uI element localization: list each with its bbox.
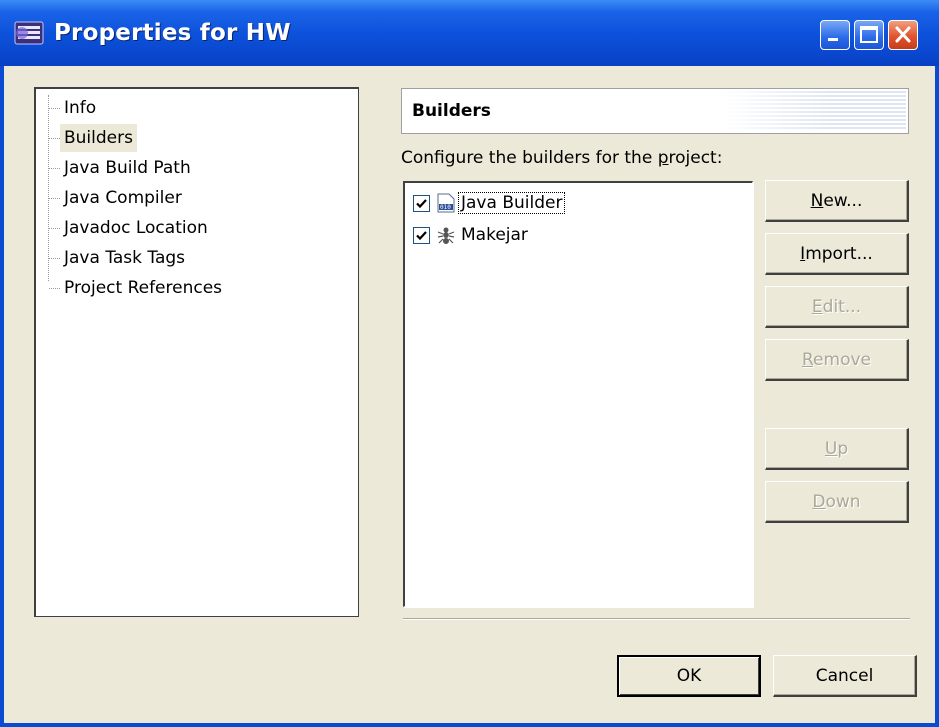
tree-item-label: Java Task Tags [64,248,186,268]
minimize-icon [828,38,838,41]
dialog-client-area: Info Builders Java Build Path Java Compi… [4,66,935,723]
java-builder-checkbox[interactable] [413,194,430,212]
tree-item-label: Java Compiler [64,188,182,208]
builders-description: Configure the builders for the project: [401,148,722,168]
tree-item-java-build-path[interactable]: Java Build Path [60,154,195,182]
new-label: ew... [823,190,863,211]
remove-label: emove [813,349,871,370]
maximize-button[interactable] [854,20,884,50]
tree-item-project-references[interactable]: Project References [60,274,226,302]
down-button[interactable]: Down [765,481,909,523]
title-bar[interactable]: Properties for HW [0,0,939,66]
tree-item-java-task-tags[interactable]: Java Task Tags [60,244,189,272]
tree-item-label: Builders [64,128,133,148]
ok-button[interactable]: OK [617,655,761,697]
minimize-button[interactable] [820,20,850,50]
down-mnemonic: D [812,491,826,512]
up-mnemonic: U [824,438,838,459]
description-text-end: roject: [668,148,723,168]
tree-item-label: Info [64,98,97,118]
makejar-label: Makejar [461,225,528,245]
window-title: Properties for HW [54,20,291,46]
tree-item-builders[interactable]: Builders [60,124,137,152]
checkmark-icon [416,230,427,240]
makejar-checkbox[interactable] [413,226,430,244]
tree-item-java-compiler[interactable]: Java Compiler [60,184,186,212]
builders-list[interactable]: 010 Java Builder Makejar [403,181,753,607]
edit-button[interactable]: Edit... [765,286,909,328]
java-builder-icon: 010 [436,193,456,213]
tree-branch [49,288,60,289]
java-builder-label: Java Builder [458,192,566,214]
edit-label: dit... [822,296,862,317]
button-bar-separator [403,618,910,620]
eclipse-app-icon [14,21,44,45]
tree-item-javadoc-location[interactable]: Javadoc Location [60,214,212,242]
import-button[interactable]: Import... [765,233,909,275]
description-mnemonic: p [657,148,669,168]
tree-item-label: Java Build Path [64,158,191,178]
tree-branch [49,228,60,229]
page-header: Builders [401,88,909,134]
svg-text:010: 010 [440,204,451,211]
tree-branch [49,198,60,199]
tree-item-label: Javadoc Location [64,218,208,238]
close-icon [895,26,911,43]
close-button[interactable] [888,20,918,50]
list-item-makejar[interactable]: Makejar [413,221,531,249]
remove-button[interactable]: Remove [765,339,909,381]
cancel-button[interactable]: Cancel [773,655,917,697]
edit-mnemonic: E [811,296,823,317]
maximize-icon [860,26,878,43]
header-banner-graphic [721,91,906,131]
down-label: own [825,491,861,512]
new-mnemonic: N [810,190,824,211]
checkmark-icon [416,198,427,208]
ant-builder-icon [436,225,456,245]
up-label: p [837,438,849,459]
property-pages-tree[interactable]: Info Builders Java Build Path Java Compi… [34,87,359,617]
tree-guide-line [48,95,49,281]
up-button[interactable]: Up [765,428,909,470]
tree-branch [49,108,60,109]
tree-branch [49,258,60,259]
remove-mnemonic: R [801,349,814,370]
tree-item-info[interactable]: Info [60,94,100,122]
page-title: Builders [412,101,491,121]
new-button[interactable]: New... [765,180,909,222]
properties-dialog: Properties for HW Info Builders Java Bui… [0,0,939,727]
tree-branch [49,138,60,139]
tree-item-label: Project References [64,278,223,298]
list-item-java-builder[interactable]: 010 Java Builder [413,189,566,217]
tree-branch [49,168,60,169]
description-text: Configure the builders for the [401,148,658,168]
import-label: mport... [805,243,873,264]
